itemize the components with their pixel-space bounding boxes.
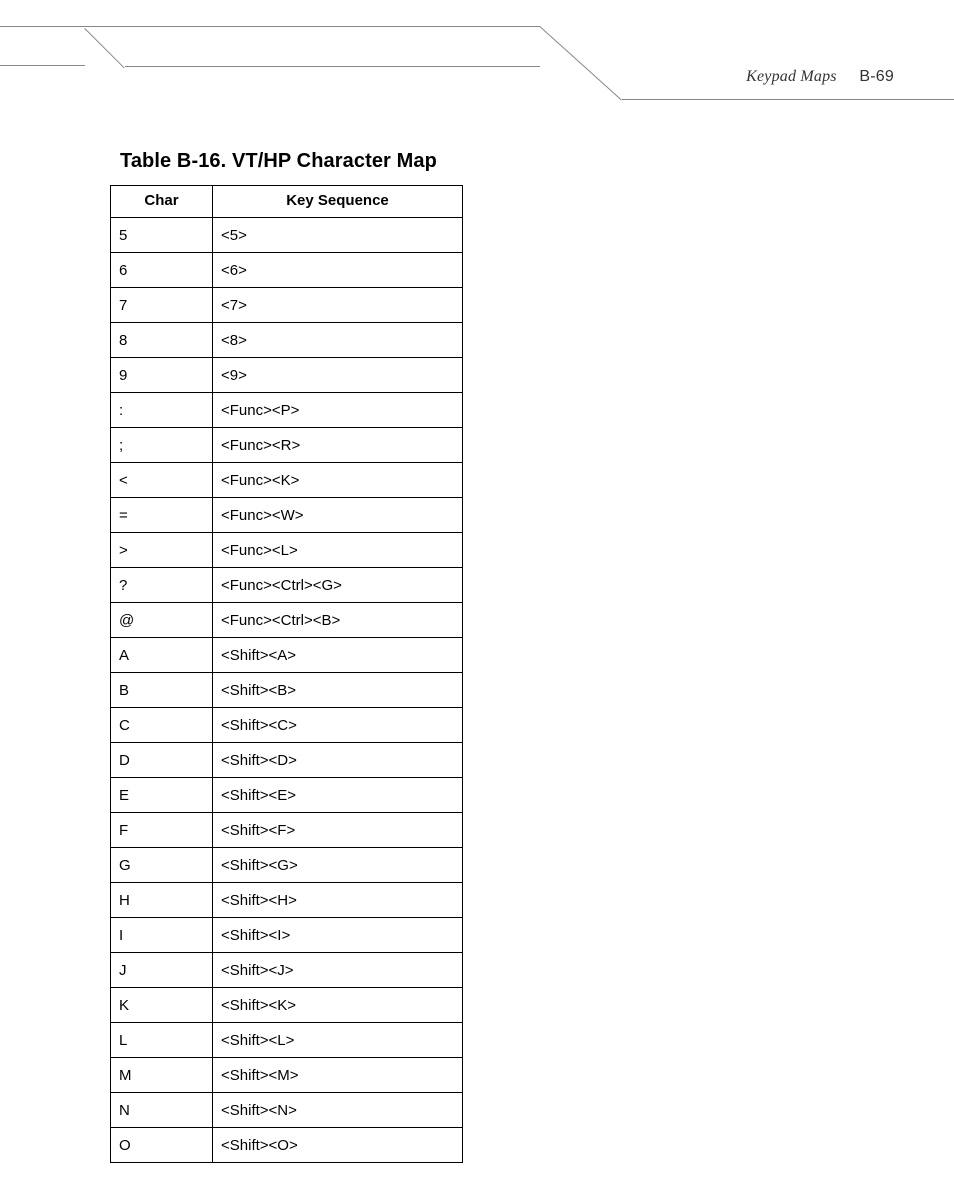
cell-char: B bbox=[111, 673, 213, 708]
cell-key-sequence: <Shift><C> bbox=[213, 708, 463, 743]
cell-key-sequence: <Shift><J> bbox=[213, 953, 463, 988]
cell-char: L bbox=[111, 1023, 213, 1058]
cell-key-sequence: <Shift><L> bbox=[213, 1023, 463, 1058]
table-row: B<Shift><B> bbox=[111, 673, 463, 708]
cell-char: F bbox=[111, 813, 213, 848]
header-ornament-left bbox=[0, 26, 85, 66]
cell-char: 8 bbox=[111, 323, 213, 358]
table-row: I<Shift><I> bbox=[111, 918, 463, 953]
cell-key-sequence: <Shift><B> bbox=[213, 673, 463, 708]
cell-char: @ bbox=[111, 603, 213, 638]
cell-key-sequence: <Func><K> bbox=[213, 463, 463, 498]
cell-key-sequence: <Shift><H> bbox=[213, 883, 463, 918]
cell-char: D bbox=[111, 743, 213, 778]
table-row: ><Func><L> bbox=[111, 533, 463, 568]
table-row: D<Shift><D> bbox=[111, 743, 463, 778]
cell-char: > bbox=[111, 533, 213, 568]
cell-key-sequence: <Func><Ctrl><B> bbox=[213, 603, 463, 638]
cell-char: 7 bbox=[111, 288, 213, 323]
cell-key-sequence: <9> bbox=[213, 358, 463, 393]
cell-char: J bbox=[111, 953, 213, 988]
table-row: C<Shift><C> bbox=[111, 708, 463, 743]
character-map-table: Char Key Sequence 5<5>6<6>7<7>8<8>9<9>:<… bbox=[110, 185, 463, 1163]
running-header: Keypad Maps B-69 bbox=[746, 68, 894, 86]
cell-char: A bbox=[111, 638, 213, 673]
content-area: Table B-16. VT/HP Character Map Char Key… bbox=[110, 150, 470, 1163]
table-row: ?<Func><Ctrl><G> bbox=[111, 568, 463, 603]
cell-key-sequence: <Shift><A> bbox=[213, 638, 463, 673]
table-row: N<Shift><N> bbox=[111, 1093, 463, 1128]
cell-char: ? bbox=[111, 568, 213, 603]
cell-key-sequence: <6> bbox=[213, 253, 463, 288]
cell-key-sequence: <Shift><M> bbox=[213, 1058, 463, 1093]
cell-key-sequence: <Shift><F> bbox=[213, 813, 463, 848]
table-row: O<Shift><O> bbox=[111, 1128, 463, 1163]
cell-key-sequence: <Shift><K> bbox=[213, 988, 463, 1023]
cell-char: O bbox=[111, 1128, 213, 1163]
cell-key-sequence: <7> bbox=[213, 288, 463, 323]
cell-key-sequence: <Shift><O> bbox=[213, 1128, 463, 1163]
cell-char: E bbox=[111, 778, 213, 813]
table-row: :<Func><P> bbox=[111, 393, 463, 428]
cell-char: N bbox=[111, 1093, 213, 1128]
cell-key-sequence: <5> bbox=[213, 218, 463, 253]
table-title: Table B-16. VT/HP Character Map bbox=[120, 150, 470, 173]
table-row: G<Shift><G> bbox=[111, 848, 463, 883]
table-row: 6<6> bbox=[111, 253, 463, 288]
cell-char: ; bbox=[111, 428, 213, 463]
table-row: 8<8> bbox=[111, 323, 463, 358]
section-title: Keypad Maps bbox=[746, 68, 837, 85]
table-row: H<Shift><H> bbox=[111, 883, 463, 918]
cell-key-sequence: <Shift><I> bbox=[213, 918, 463, 953]
cell-key-sequence: <Func><W> bbox=[213, 498, 463, 533]
cell-char: : bbox=[111, 393, 213, 428]
column-header-seq: Key Sequence bbox=[213, 186, 463, 218]
cell-key-sequence: <Func><P> bbox=[213, 393, 463, 428]
table-row: ;<Func><R> bbox=[111, 428, 463, 463]
cell-char: = bbox=[111, 498, 213, 533]
cell-char: < bbox=[111, 463, 213, 498]
table-row: M<Shift><M> bbox=[111, 1058, 463, 1093]
table-row: =<Func><W> bbox=[111, 498, 463, 533]
table-row: 9<9> bbox=[111, 358, 463, 393]
cell-char: G bbox=[111, 848, 213, 883]
cell-char: C bbox=[111, 708, 213, 743]
table-row: @<Func><Ctrl><B> bbox=[111, 603, 463, 638]
table-row: 5<5> bbox=[111, 218, 463, 253]
header-ornament-right bbox=[622, 99, 954, 100]
table-header-row: Char Key Sequence bbox=[111, 186, 463, 218]
table-row: K<Shift><K> bbox=[111, 988, 463, 1023]
cell-char: 9 bbox=[111, 358, 213, 393]
cell-key-sequence: <8> bbox=[213, 323, 463, 358]
cell-key-sequence: <Shift><D> bbox=[213, 743, 463, 778]
header-ornament-bottom bbox=[125, 66, 540, 67]
cell-key-sequence: <Shift><N> bbox=[213, 1093, 463, 1128]
cell-key-sequence: <Func><Ctrl><G> bbox=[213, 568, 463, 603]
header-ornament-tab bbox=[85, 26, 540, 100]
cell-key-sequence: <Func><L> bbox=[213, 533, 463, 568]
page: Keypad Maps B-69 Table B-16. VT/HP Chara… bbox=[0, 0, 954, 1202]
cell-char: K bbox=[111, 988, 213, 1023]
table-row: A<Shift><A> bbox=[111, 638, 463, 673]
cell-key-sequence: <Shift><E> bbox=[213, 778, 463, 813]
table-row: <<Func><K> bbox=[111, 463, 463, 498]
cell-char: I bbox=[111, 918, 213, 953]
page-number: B-69 bbox=[859, 68, 894, 85]
cell-char: 6 bbox=[111, 253, 213, 288]
cell-char: M bbox=[111, 1058, 213, 1093]
cell-key-sequence: <Func><R> bbox=[213, 428, 463, 463]
table-row: F<Shift><F> bbox=[111, 813, 463, 848]
header-ornament-diag-right bbox=[539, 26, 621, 100]
table-row: 7<7> bbox=[111, 288, 463, 323]
column-header-char: Char bbox=[111, 186, 213, 218]
cell-char: 5 bbox=[111, 218, 213, 253]
cell-char: H bbox=[111, 883, 213, 918]
table-row: J<Shift><J> bbox=[111, 953, 463, 988]
cell-key-sequence: <Shift><G> bbox=[213, 848, 463, 883]
table-row: L<Shift><L> bbox=[111, 1023, 463, 1058]
table-row: E<Shift><E> bbox=[111, 778, 463, 813]
